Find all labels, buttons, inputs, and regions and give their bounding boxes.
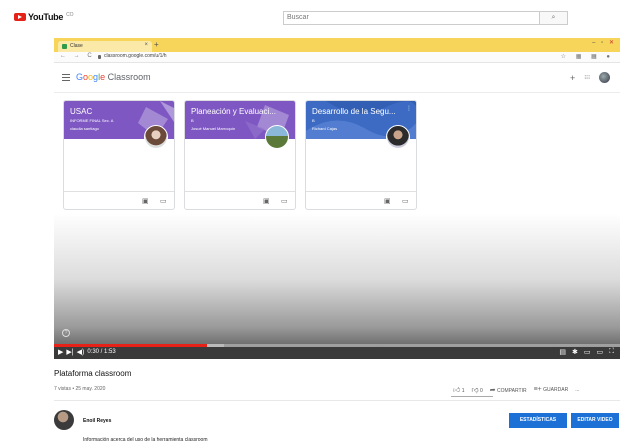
- volume-icon[interactable]: ◀): [77, 348, 85, 356]
- tab-close-icon[interactable]: ×: [144, 42, 148, 48]
- assignment-icon[interactable]: ▣: [263, 197, 270, 205]
- class-name[interactable]: Planeación y Evaluaci...: [191, 107, 276, 116]
- youtube-country-code: CO: [66, 12, 74, 18]
- edit-video-button[interactable]: EDITAR VIDEO: [571, 413, 619, 428]
- class-teacher: Josué Manuel Marroquín: [191, 126, 236, 131]
- class-card-footer: ▣ ▭: [306, 191, 416, 209]
- player-left-controls: ▶ ▶| ◀) 0:30 / 1:53: [58, 348, 116, 356]
- play-icon[interactable]: ▶: [58, 348, 63, 356]
- video-meta: 7 vistas • 25 may. 2020: [54, 386, 106, 392]
- more-options-icon[interactable]: ⋮: [406, 105, 412, 112]
- class-card-desarrollo[interactable]: Desarrollo de la Segu... ⋮ B Richard Caj…: [305, 100, 417, 210]
- account-avatar[interactable]: [599, 72, 610, 83]
- player-controls: ▶ ▶| ◀) 0:30 / 1:53 ▤ ✱ ▭ ▭ ⛶: [54, 347, 620, 359]
- window-close-icon: ✕: [608, 40, 616, 46]
- share-icon: ➦: [489, 386, 496, 394]
- browser-extension-icons[interactable]: ☆ ▦ ▦ ●: [561, 53, 614, 60]
- class-card-footer: ▣ ▭: [185, 191, 295, 209]
- share-button[interactable]: ➦ COMPARTIR: [490, 386, 527, 394]
- youtube-wordmark: YouTube: [28, 12, 64, 22]
- class-section: INFORME FINAL Sec. A: [70, 118, 114, 123]
- folder-icon[interactable]: ▭: [281, 197, 288, 205]
- class-card-planeacion[interactable]: Planeación y Evaluaci... B Josué Manuel …: [184, 100, 296, 210]
- search-icon: ⌕: [551, 14, 556, 21]
- miniplayer-icon[interactable]: ▭: [584, 348, 591, 356]
- next-icon[interactable]: ▶|: [66, 348, 73, 356]
- folder-icon[interactable]: ▭: [402, 197, 409, 205]
- class-teacher: claudia santiago: [70, 126, 99, 131]
- dislike-button[interactable]: 👎︎ 0: [472, 385, 483, 394]
- theater-icon[interactable]: ▭: [596, 348, 603, 356]
- fullscreen-icon[interactable]: ⛶: [609, 348, 614, 356]
- browser-nav-icons[interactable]: ← → C: [60, 53, 95, 59]
- playlist-add-icon: ≡+: [533, 386, 542, 393]
- stats-button[interactable]: ESTADÍSTICAS: [509, 413, 567, 428]
- channel-name[interactable]: Enoil Reyes: [83, 418, 111, 424]
- add-class-icon[interactable]: +: [570, 73, 575, 83]
- thumbs-up-icon: 👍︎: [453, 387, 461, 394]
- channel-avatar[interactable]: [54, 410, 74, 430]
- video-player[interactable]: Clase × + – ▫ ✕ ← → C classroom.google.c…: [54, 38, 620, 359]
- class-section: B: [191, 118, 194, 123]
- address-url[interactable]: classroom.google.com/u/1/h: [104, 53, 167, 59]
- like-ratio-bar: [451, 396, 493, 397]
- search-input[interactable]: Buscar: [283, 11, 540, 25]
- subtitles-icon[interactable]: ▤: [559, 348, 566, 356]
- class-name[interactable]: USAC: [70, 107, 92, 116]
- player-right-controls: ▤ ✱ ▭ ▭ ⛶: [559, 348, 614, 356]
- classroom-brand[interactable]: Google Classroom: [76, 72, 151, 82]
- browser-tab-title: Clase: [70, 43, 83, 49]
- video-title: Plataforma classroom: [54, 369, 132, 378]
- classroom-header: Google Classroom + ⁝⁝⁝: [54, 63, 620, 93]
- more-actions-icon[interactable]: ...: [575, 387, 579, 393]
- youtube-play-icon: [14, 13, 26, 21]
- time-display: 0:30 / 1:53: [87, 349, 116, 355]
- window-controls[interactable]: – ▫ ✕: [592, 39, 616, 46]
- folder-icon[interactable]: ▭: [160, 197, 167, 205]
- teacher-avatar: [265, 125, 289, 149]
- save-button[interactable]: ≡+ GUARDAR: [534, 386, 569, 393]
- classroom-actions: + ⁝⁝⁝: [570, 72, 610, 83]
- youtube-logo[interactable]: YouTube CO: [14, 12, 74, 22]
- like-button[interactable]: 👍︎ 1: [453, 385, 465, 394]
- assignment-icon[interactable]: ▣: [384, 197, 391, 205]
- teacher-avatar: [144, 125, 168, 149]
- apps-grid-icon[interactable]: ⁝⁝⁝: [584, 74, 590, 81]
- help-icon[interactable]: ?: [62, 329, 70, 337]
- browser-tab[interactable]: Clase ×: [58, 41, 152, 52]
- class-card-footer: ▣ ▭: [64, 191, 174, 209]
- divider: [54, 400, 620, 401]
- teacher-avatar: [386, 125, 410, 149]
- thumbs-down-icon: 👎︎: [471, 387, 479, 394]
- search-button[interactable]: ⌕: [540, 11, 568, 25]
- class-teacher: Richard Cajas: [312, 126, 338, 131]
- class-name[interactable]: Desarrollo de la Segu...: [312, 107, 396, 116]
- settings-icon[interactable]: ✱: [572, 348, 578, 356]
- classroom-favicon-icon: [62, 44, 67, 49]
- lock-icon: [98, 55, 101, 59]
- browser-tab-strip: Clase × + – ▫ ✕: [54, 38, 620, 52]
- class-card-usac[interactable]: USAC INFORME FINAL Sec. A claudia santia…: [63, 100, 175, 210]
- video-description: Información acerca del uso de la herrami…: [83, 437, 208, 443]
- new-tab-icon[interactable]: +: [154, 40, 159, 49]
- youtube-header: YouTube CO Buscar ⌕: [0, 0, 621, 34]
- assignment-icon[interactable]: ▣: [142, 197, 149, 205]
- video-actions: 👍︎ 1 👎︎ 0 ➦ COMPARTIR ≡+ GUARDAR ...: [453, 385, 579, 394]
- youtube-watch-page: YouTube CO Buscar ⌕ Clase × + – ▫ ✕ ← → …: [0, 0, 621, 446]
- menu-icon[interactable]: [62, 74, 70, 81]
- class-section: B: [312, 118, 315, 123]
- browser-address-bar: ← → C classroom.google.com/u/1/h ☆ ▦ ▦ ●: [54, 52, 620, 63]
- classroom-product-name: Classroom: [107, 72, 151, 82]
